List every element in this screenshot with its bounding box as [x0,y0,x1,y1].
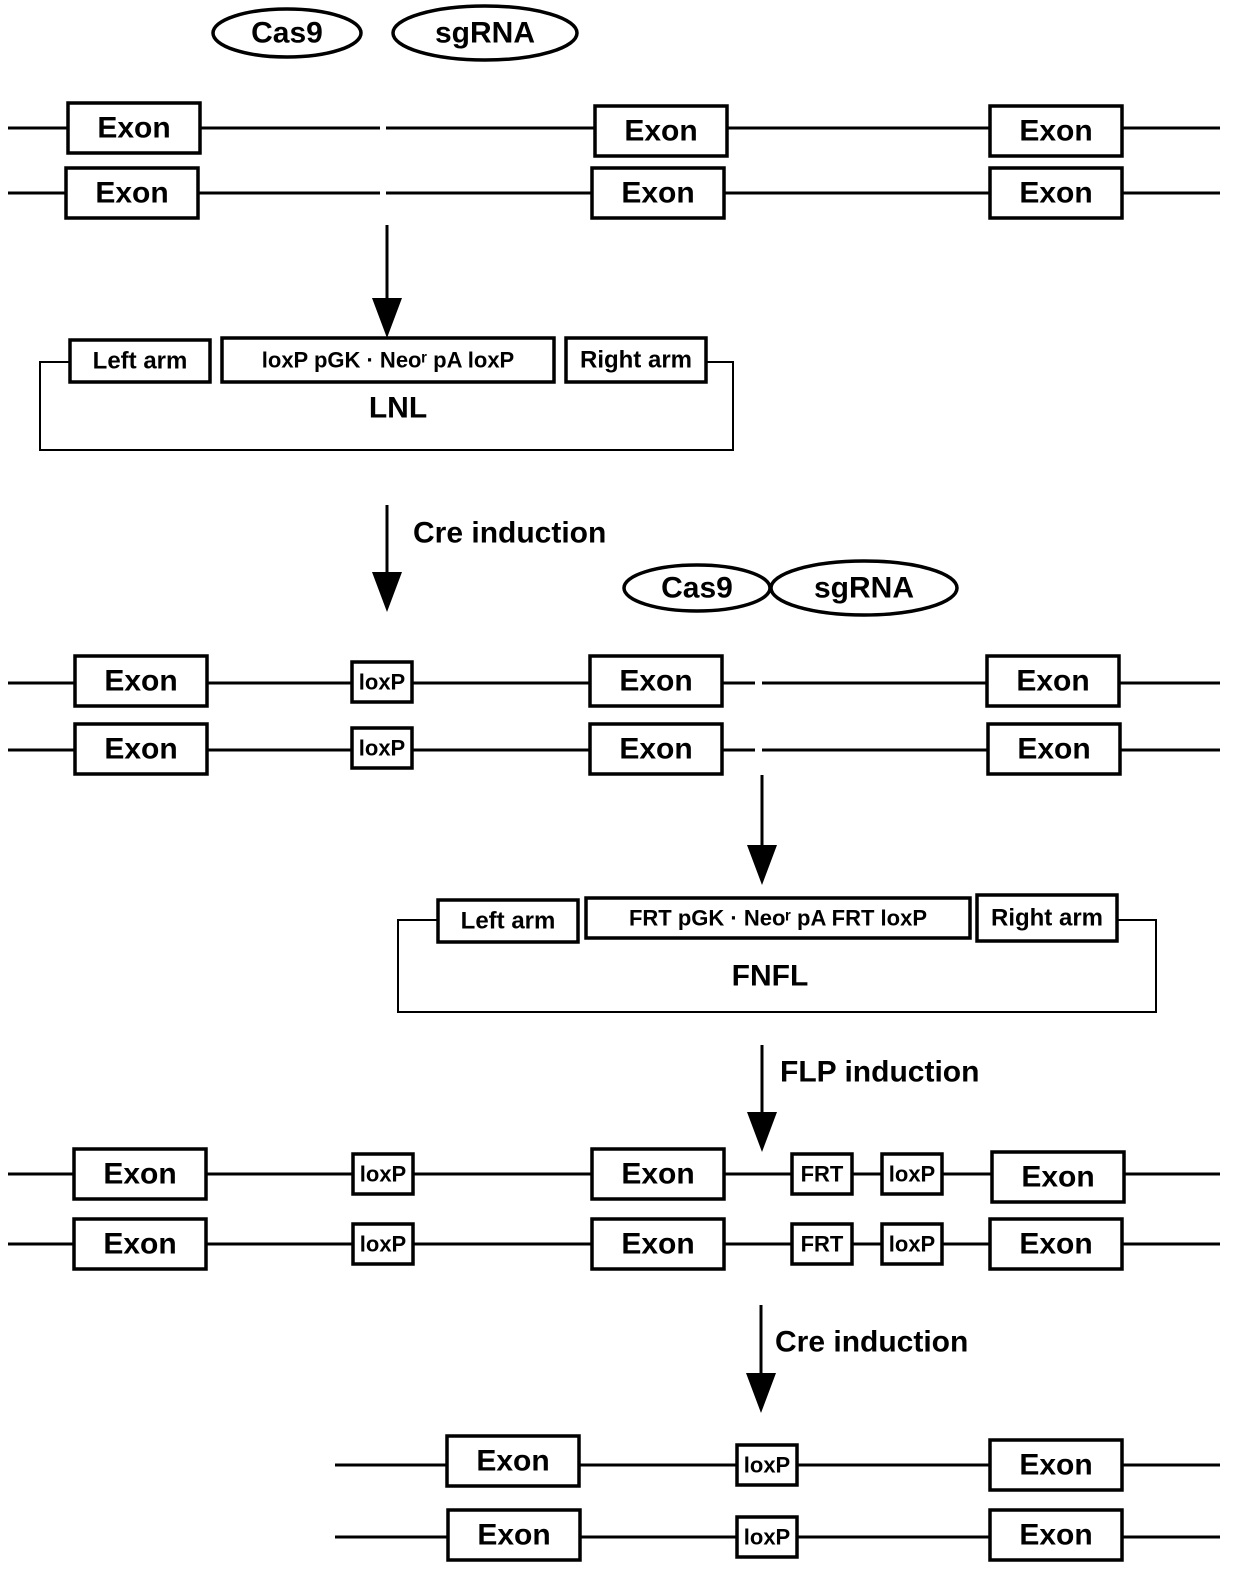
arrow-cre2-head [746,1373,776,1413]
arrow-flp-head [747,1112,777,1152]
loxp-label: loxP [744,1453,790,1478]
cas9-label: Cas9 [251,17,323,50]
exon-label: Exon [1019,1228,1092,1261]
exon-label: Exon [1019,177,1092,210]
loxp-label: loxP [889,1162,935,1187]
exon-label: Exon [621,177,694,210]
exon-label: Exon [621,1228,694,1261]
left-arm-2-label: Left arm [461,908,556,935]
loxp-label: loxP [360,1162,406,1187]
loxp-label: loxP [359,670,405,695]
sgrna-2-label: sgRNA [814,572,914,605]
exon-label: Exon [621,1158,694,1191]
loxp-label: loxP [889,1232,935,1257]
fnfl-name: FNFL [732,960,809,993]
exon-label: Exon [104,665,177,698]
frt-label: FRT [801,1232,844,1257]
arrow-cre1-head [372,572,402,612]
exon-label: Exon [104,733,177,766]
exon-label: Exon [1016,665,1089,698]
arrow-1-head [372,298,402,338]
exon-label: Exon [624,115,697,148]
exon-label: Exon [1019,1519,1092,1552]
loxp-label: loxP [360,1232,406,1257]
flp-label: FLP induction [780,1056,979,1089]
exon-label: Exon [95,177,168,210]
cre1-label: Cre induction [413,517,606,550]
fnfl-cassette-label: FRT pGK · Neoʳ pA FRT loxP [629,906,927,931]
exon-label: Exon [476,1445,549,1478]
frt-label: FRT [801,1162,844,1187]
exon-label: Exon [619,665,692,698]
sgrna-label: sgRNA [435,17,535,50]
left-arm-label: Left arm [93,348,188,375]
cre2-label: Cre induction [775,1326,968,1359]
exon-label: Exon [1019,115,1092,148]
exon-label: Exon [1021,1161,1094,1194]
right-arm-2-label: Right arm [991,905,1103,932]
exon-label: Exon [103,1228,176,1261]
exon-label: Exon [103,1158,176,1191]
exon-label: Exon [1017,733,1090,766]
loxp-label: loxP [744,1525,790,1550]
arrow-2-head [747,845,777,885]
lnl-name: LNL [369,392,427,425]
lnl-cassette-label: loxP pGK · Neoʳ pA loxP [262,348,514,373]
exon-label: Exon [1019,1449,1092,1482]
gene-targeting-diagram: Cas9 sgRNA Exon Exon Exon Exon Exon Exon Left ar… [8,4,1220,1562]
exon-label: Exon [97,112,170,145]
exon-label: Exon [477,1519,550,1552]
exon-label: Exon [619,733,692,766]
right-arm-label: Right arm [580,347,692,374]
cas9-2-label: Cas9 [661,572,733,605]
loxp-label: loxP [359,736,405,761]
